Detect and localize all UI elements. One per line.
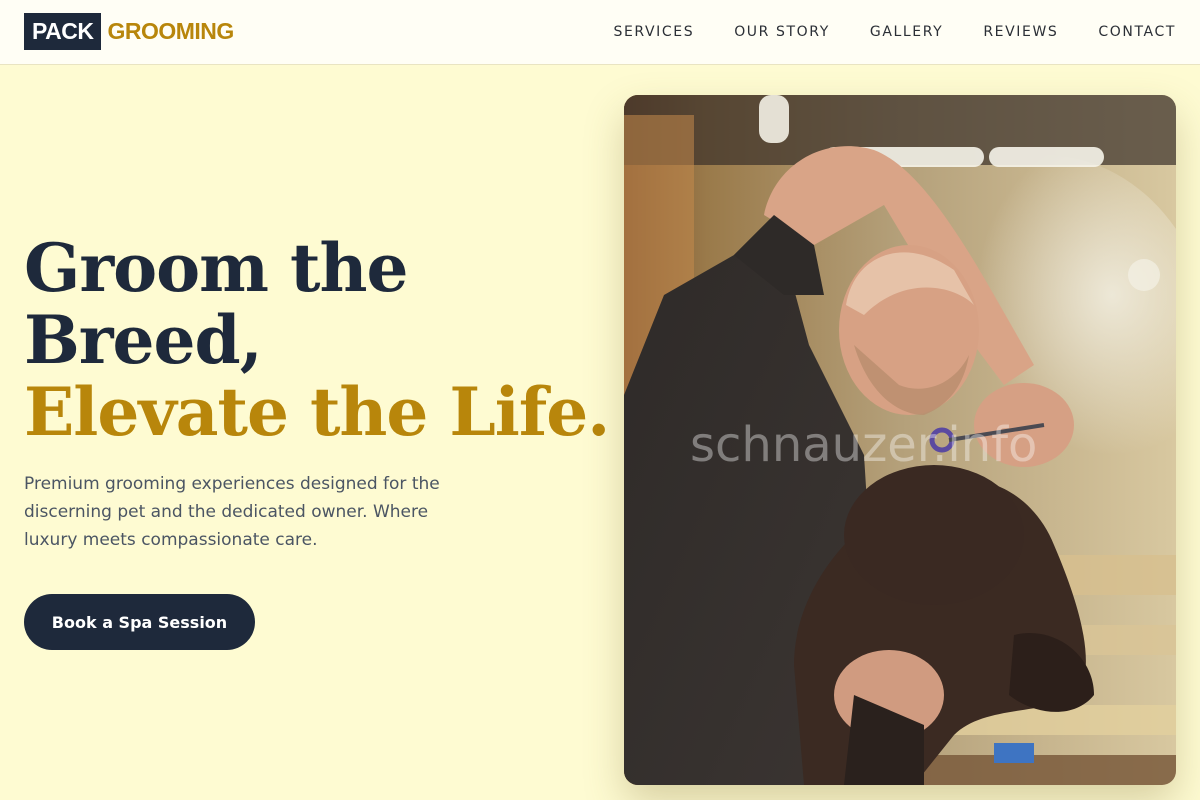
main-nav: SERVICES OUR STORY GALLERY REVIEWS CONTA…	[613, 0, 1176, 64]
hero-image: schnauzer.info	[624, 95, 1176, 785]
nav-link-our-story[interactable]: OUR STORY	[734, 24, 830, 40]
hero-headline: Groom the Breed, Elevate the Life.	[24, 229, 610, 451]
nav-link-gallery[interactable]: GALLERY	[870, 24, 943, 40]
headline-accent-line: Elevate the Life.	[24, 373, 610, 451]
logo-grooming-text: GROOMING	[107, 18, 234, 44]
nav-link-contact[interactable]: CONTACT	[1098, 24, 1176, 40]
headline-line-1: Groom the	[24, 229, 408, 307]
site-header: PACK GROOMING SERVICES OUR STORY GALLERY…	[0, 0, 1200, 65]
headline-line-2: Breed,	[24, 301, 263, 379]
book-spa-session-button[interactable]: Book a Spa Session	[24, 594, 255, 650]
nav-link-reviews[interactable]: REVIEWS	[983, 24, 1058, 40]
site-logo[interactable]: PACK GROOMING	[24, 13, 234, 50]
nav-link-services[interactable]: SERVICES	[613, 24, 694, 40]
hero-photo-illustration	[624, 95, 1176, 785]
logo-pack-text: PACK	[24, 13, 102, 50]
hero-subtitle: Premium grooming experiences designed fo…	[24, 474, 440, 550]
landing-page: PACK GROOMING SERVICES OUR STORY GALLERY…	[0, 0, 1200, 800]
